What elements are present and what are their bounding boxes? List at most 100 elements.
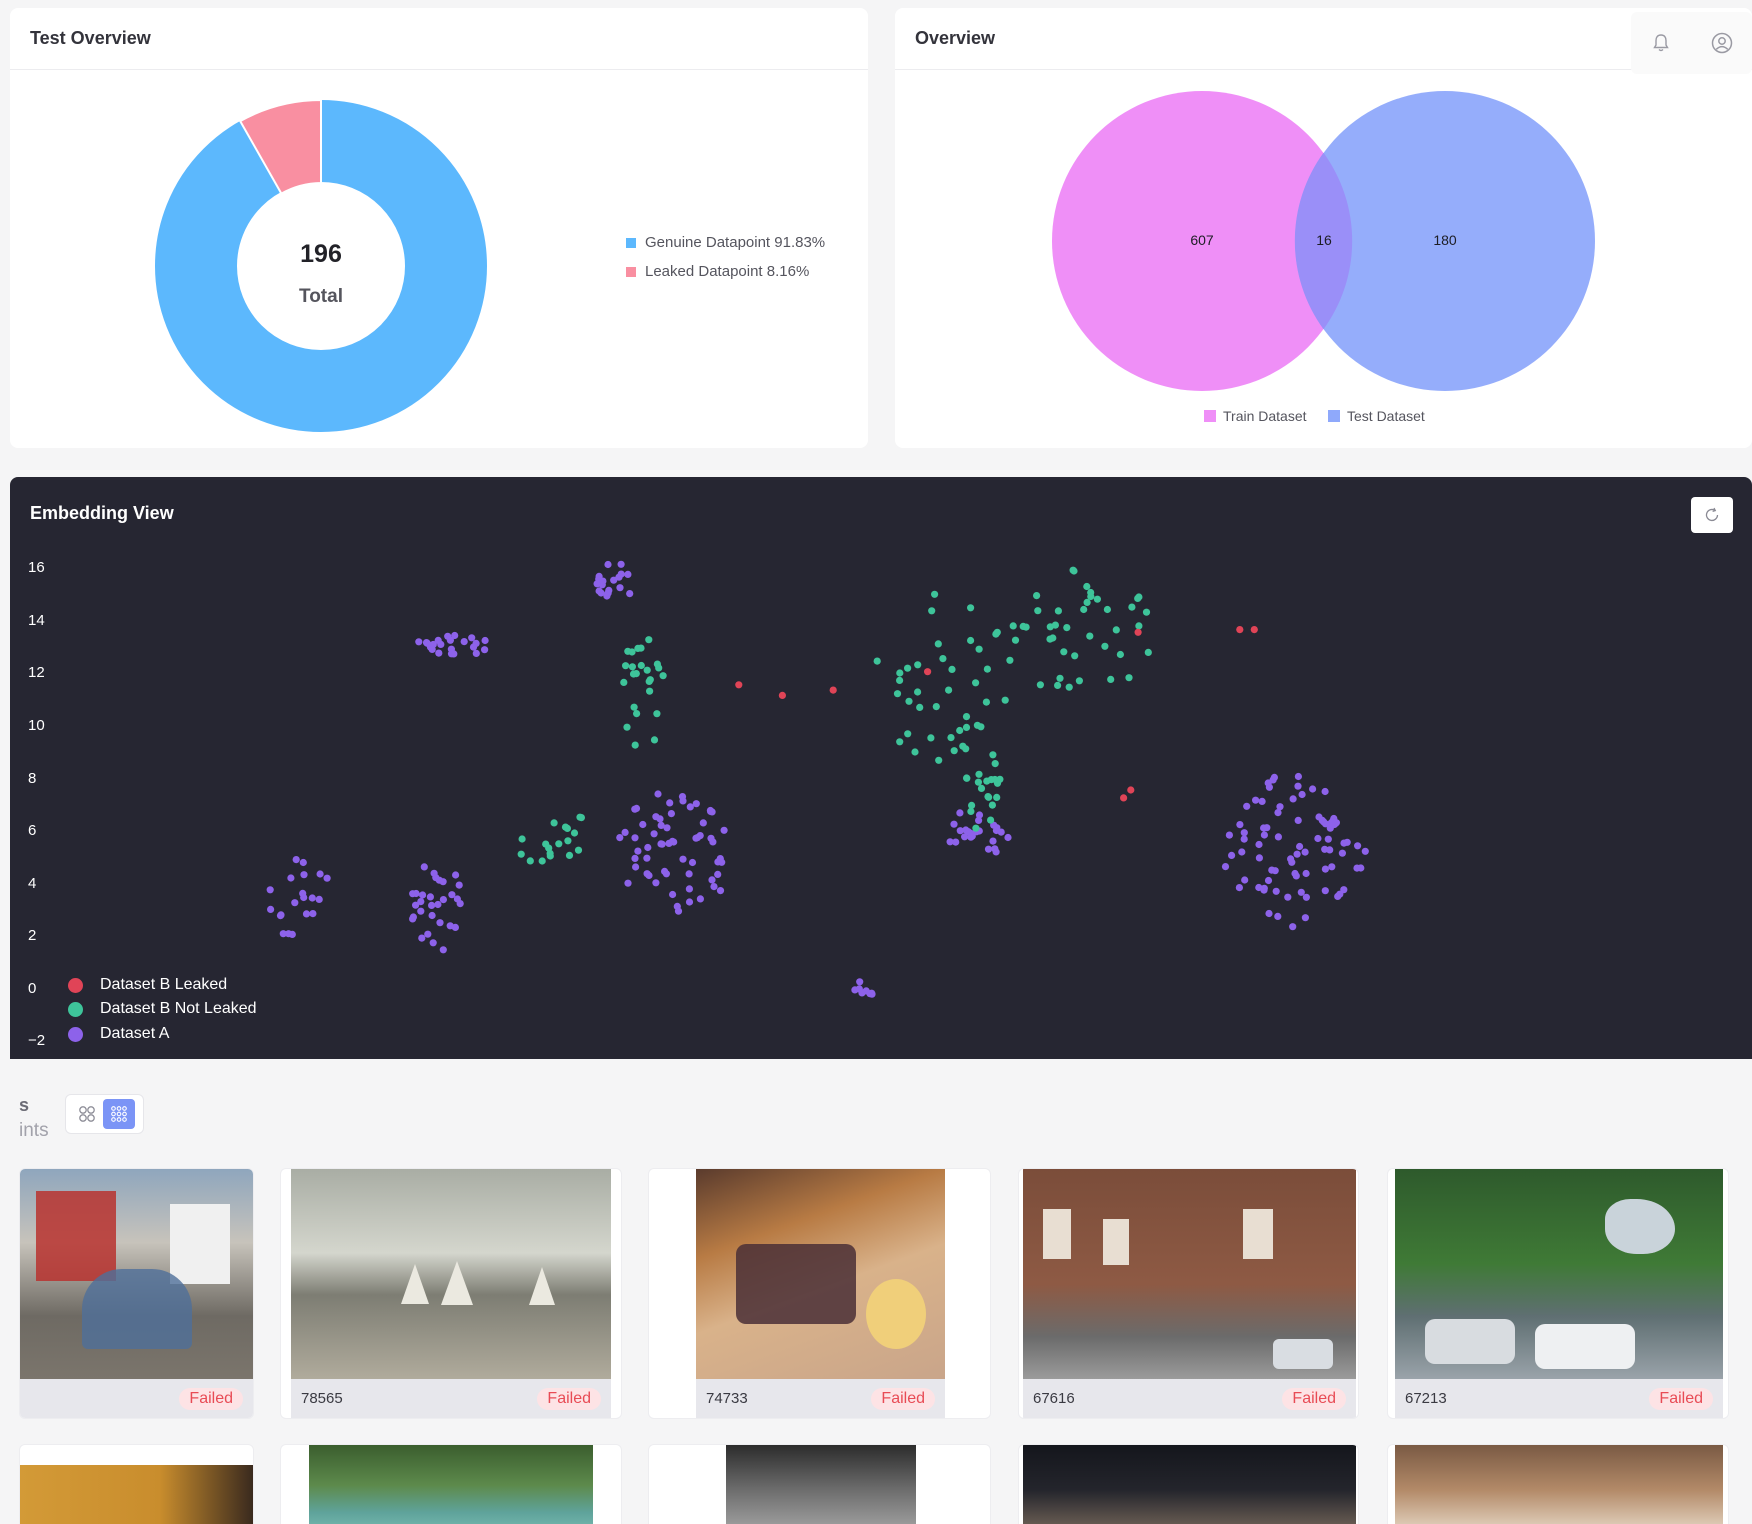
scatter-point-dataset-a[interactable] [956,809,964,817]
legend-train[interactable]: Train Dataset [1204,408,1307,424]
scatter-point-dataset-b-not-leaked[interactable] [945,686,953,694]
scatter-point-dataset-a[interactable] [714,870,722,878]
scatter-point-dataset-b-not-leaked[interactable] [972,824,980,832]
scatter-point-dataset-a[interactable] [1361,847,1369,855]
scatter-point-dataset-b-not-leaked[interactable] [1034,607,1042,615]
scatter-point-dataset-b-not-leaked[interactable] [1080,605,1088,614]
scatter-point-dataset-a[interactable] [656,815,664,823]
scatter-point-dataset-a[interactable] [1332,819,1340,827]
scatter-point-dataset-a[interactable] [688,858,697,867]
scatter-point-dataset-b-not-leaked[interactable] [1065,683,1073,691]
scatter-point-dataset-a[interactable] [436,919,444,927]
scatter-point-dataset-a[interactable] [437,640,445,648]
scatter-point-dataset-a[interactable] [267,905,275,913]
datapoint-card[interactable]: 78565 Failed [280,1168,622,1419]
scatter-point-dataset-b-not-leaked[interactable] [1011,636,1020,644]
datapoint-card[interactable] [1018,1444,1359,1524]
scatter-point-dataset-a[interactable] [1284,893,1292,901]
scatter-point-dataset-b-not-leaked[interactable] [896,676,904,684]
grid-large-view-button[interactable] [71,1099,103,1129]
scatter-point-dataset-b-not-leaked[interactable] [1135,593,1143,601]
scatter-point-dataset-a[interactable] [1338,849,1346,857]
scatter-point-dataset-b-not-leaked[interactable] [1075,677,1083,685]
scatter-point-dataset-b-leaked[interactable] [1120,794,1128,802]
scatter-point-dataset-a[interactable] [428,901,436,909]
scatter-point-dataset-b-not-leaked[interactable] [1101,642,1109,650]
scatter-point-dataset-a[interactable] [616,584,624,592]
scatter-point-dataset-b-not-leaked[interactable] [518,835,526,843]
scatter-point-dataset-a[interactable] [418,934,426,942]
scatter-point-dataset-a[interactable] [992,826,1001,835]
scatter-point-dataset-a[interactable] [707,807,715,815]
scatter-point-dataset-a[interactable] [631,854,639,862]
scatter-point-dataset-b-not-leaked[interactable] [1128,603,1136,611]
scatter-point-dataset-b-not-leaked[interactable] [1009,622,1017,630]
scatter-point-dataset-b-not-leaked[interactable] [1086,632,1094,640]
scatter-point-dataset-a[interactable] [644,843,652,852]
scatter-point-dataset-a[interactable] [1318,816,1326,824]
scatter-point-dataset-b-not-leaked[interactable] [546,849,554,857]
scatter-point-dataset-a[interactable] [699,819,707,827]
scatter-point-dataset-b-not-leaked[interactable] [555,840,563,848]
scatter-point-dataset-b-not-leaked[interactable] [1103,605,1111,614]
scatter-point-dataset-b-not-leaked[interactable] [1056,674,1064,682]
scatter-point-dataset-b-leaked[interactable] [1127,786,1135,794]
scatter-point-dataset-b-not-leaked[interactable] [993,793,1001,801]
scatter-point-dataset-a[interactable] [429,939,437,947]
scatter-point-dataset-b-not-leaked[interactable] [1112,626,1120,634]
scatter-point-dataset-a[interactable] [1294,772,1302,781]
scatter-point-dataset-a[interactable] [1328,863,1336,871]
scatter-point-dataset-a[interactable] [1302,893,1310,901]
scatter-point-dataset-a[interactable] [291,899,299,907]
scatter-point-dataset-b-not-leaked[interactable] [927,734,935,742]
scatter-point-dataset-a[interactable] [665,839,673,847]
scatter-point-dataset-a[interactable] [323,874,331,882]
scatter-point-dataset-b-leaked[interactable] [1250,626,1258,634]
datapoint-card[interactable]: 67616 Failed [1018,1168,1359,1419]
scatter-point-dataset-a[interactable] [417,907,425,915]
scatter-point-dataset-b-not-leaked[interactable] [637,661,645,670]
scatter-point-dataset-b-not-leaked[interactable] [934,640,942,648]
scatter-point-dataset-a[interactable] [631,834,639,842]
scatter-point-dataset-a[interactable] [674,907,683,915]
scatter-point-dataset-a[interactable] [1274,809,1282,817]
legend-leaked[interactable]: Leaked Datapoint 8.16% [626,263,809,280]
scatter-point-dataset-b-not-leaked[interactable] [991,760,999,768]
scatter-point-dataset-a[interactable] [657,840,665,848]
scatter-point-dataset-a[interactable] [718,858,726,866]
scatter-point-dataset-b-not-leaked[interactable] [977,784,986,792]
scatter-point-dataset-b-not-leaked[interactable] [1142,608,1151,616]
scatter-point-dataset-a[interactable] [468,634,476,642]
scatter-point-dataset-b-not-leaked[interactable] [1144,648,1152,656]
scatter-point-dataset-a[interactable] [632,804,641,812]
scatter-point-dataset-a[interactable] [685,885,694,893]
scatter-point-dataset-b-not-leaked[interactable] [1060,648,1068,656]
scatter-point-dataset-a[interactable] [984,845,993,853]
scatter-point-dataset-b-not-leaked[interactable] [896,738,904,746]
scatter-point-dataset-b-not-leaked[interactable] [975,770,983,778]
scatter-point-dataset-a[interactable] [669,890,677,899]
scatter-point-dataset-b-not-leaked[interactable] [628,663,637,671]
scatter-point-dataset-b-not-leaked[interactable] [632,670,640,678]
scatter-point-dataset-b-leaked[interactable] [829,686,837,694]
scatter-point-dataset-a[interactable] [426,893,434,901]
scatter-point-dataset-b-not-leaked[interactable] [962,713,971,721]
scatter-point-dataset-a[interactable] [1289,795,1297,803]
scatter-point-dataset-b-not-leaked[interactable] [630,703,638,711]
scatter-point-dataset-a[interactable] [1321,787,1329,796]
scatter-point-dataset-b-not-leaked[interactable] [637,644,645,652]
scatter-point-dataset-b-not-leaked[interactable] [645,677,653,685]
scatter-point-dataset-a[interactable] [654,790,662,798]
scatter-point-dataset-a[interactable] [428,645,436,653]
scatter-point-dataset-b-not-leaked[interactable] [526,857,534,865]
scatter-point-dataset-b-not-leaked[interactable] [1083,582,1091,591]
scatter-point-dataset-b-not-leaked[interactable] [576,813,584,821]
scatter-point-dataset-a[interactable] [720,826,728,834]
scatter-point-dataset-a[interactable] [621,828,629,836]
grid-small-view-button[interactable] [103,1099,135,1129]
scatter-point-dataset-a[interactable] [652,879,660,887]
scatter-point-dataset-b-not-leaked[interactable] [655,664,663,672]
scatter-point-dataset-a[interactable] [645,871,653,880]
scatter-point-dataset-a[interactable] [1294,782,1302,790]
scatter-point-dataset-a[interactable] [709,838,717,846]
